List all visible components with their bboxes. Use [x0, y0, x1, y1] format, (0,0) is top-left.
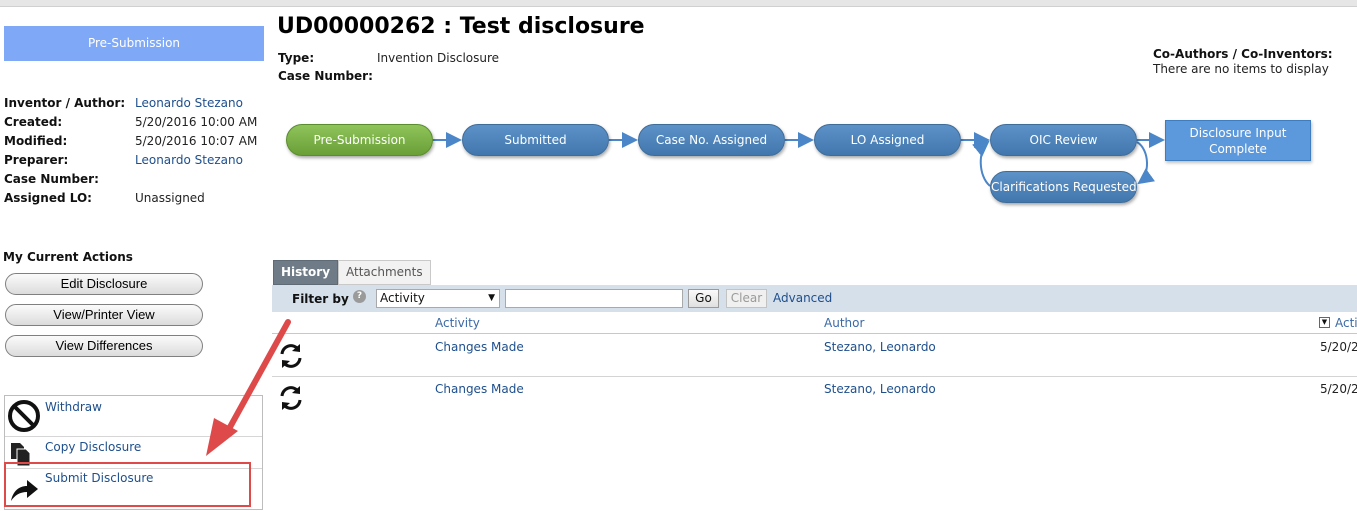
- column-header-author[interactable]: Author: [824, 316, 864, 330]
- tab-history[interactable]: History: [273, 260, 339, 285]
- annotation-highlight-box: [4, 462, 251, 507]
- table-row: Changes Made Stezano, Leonardo 5/20/2: [272, 377, 1357, 419]
- help-icon[interactable]: ?: [353, 290, 366, 303]
- chevron-down-icon: ▼: [488, 293, 495, 303]
- filter-select[interactable]: Activity ▼: [376, 289, 500, 308]
- filter-label: Filter by: [292, 292, 349, 306]
- view-printer-view-button[interactable]: View/Printer View: [5, 304, 203, 326]
- history-table-header: Activity Author ▼ Acti: [272, 312, 1357, 334]
- clear-button[interactable]: Clear: [726, 289, 767, 308]
- author-link[interactable]: Stezano, Leonardo: [824, 382, 936, 396]
- sort-toggle-icon[interactable]: ▼: [1319, 317, 1330, 328]
- refresh-icon: [276, 341, 306, 374]
- column-header-date[interactable]: Acti: [1335, 316, 1357, 330]
- date-cell: 5/20/2: [1320, 382, 1357, 396]
- workflow-node-submitted: Submitted: [462, 124, 609, 156]
- view-differences-button[interactable]: View Differences: [5, 335, 203, 357]
- edit-disclosure-button[interactable]: Edit Disclosure: [5, 273, 203, 295]
- column-header-activity[interactable]: Activity: [435, 316, 480, 330]
- menu-item-label: Copy Disclosure: [45, 440, 142, 454]
- date-cell: 5/20/2: [1320, 340, 1357, 354]
- withdraw-item[interactable]: Withdraw: [5, 396, 262, 437]
- workflow-node-clarifications-requested: Clarifications Requested: [990, 171, 1137, 203]
- advanced-link[interactable]: Advanced: [773, 291, 832, 305]
- menu-item-label: Withdraw: [45, 400, 102, 414]
- table-row: Changes Made Stezano, Leonardo 5/20/2: [272, 335, 1357, 377]
- no-entry-icon: [7, 399, 41, 436]
- tab-attachments[interactable]: Attachments: [338, 260, 431, 285]
- activity-link[interactable]: Changes Made: [435, 382, 524, 396]
- filter-input[interactable]: [505, 289, 683, 308]
- workflow-node-pre-submission: Pre-Submission: [286, 124, 433, 156]
- activity-link[interactable]: Changes Made: [435, 340, 524, 354]
- workflow-node-oic-review: OIC Review: [990, 124, 1137, 156]
- filter-select-value: Activity: [380, 291, 425, 305]
- go-button[interactable]: Go: [688, 289, 719, 308]
- refresh-icon: [276, 383, 306, 416]
- filter-bar: Filter by ? Activity ▼ Go Clear Advanced: [272, 285, 1357, 312]
- workflow-node-lo-assigned: LO Assigned: [814, 124, 961, 156]
- author-link[interactable]: Stezano, Leonardo: [824, 340, 936, 354]
- workflow-node-disclosure-input-complete: Disclosure Input Complete: [1165, 120, 1311, 161]
- workflow-node-case-no-assigned: Case No. Assigned: [638, 124, 785, 156]
